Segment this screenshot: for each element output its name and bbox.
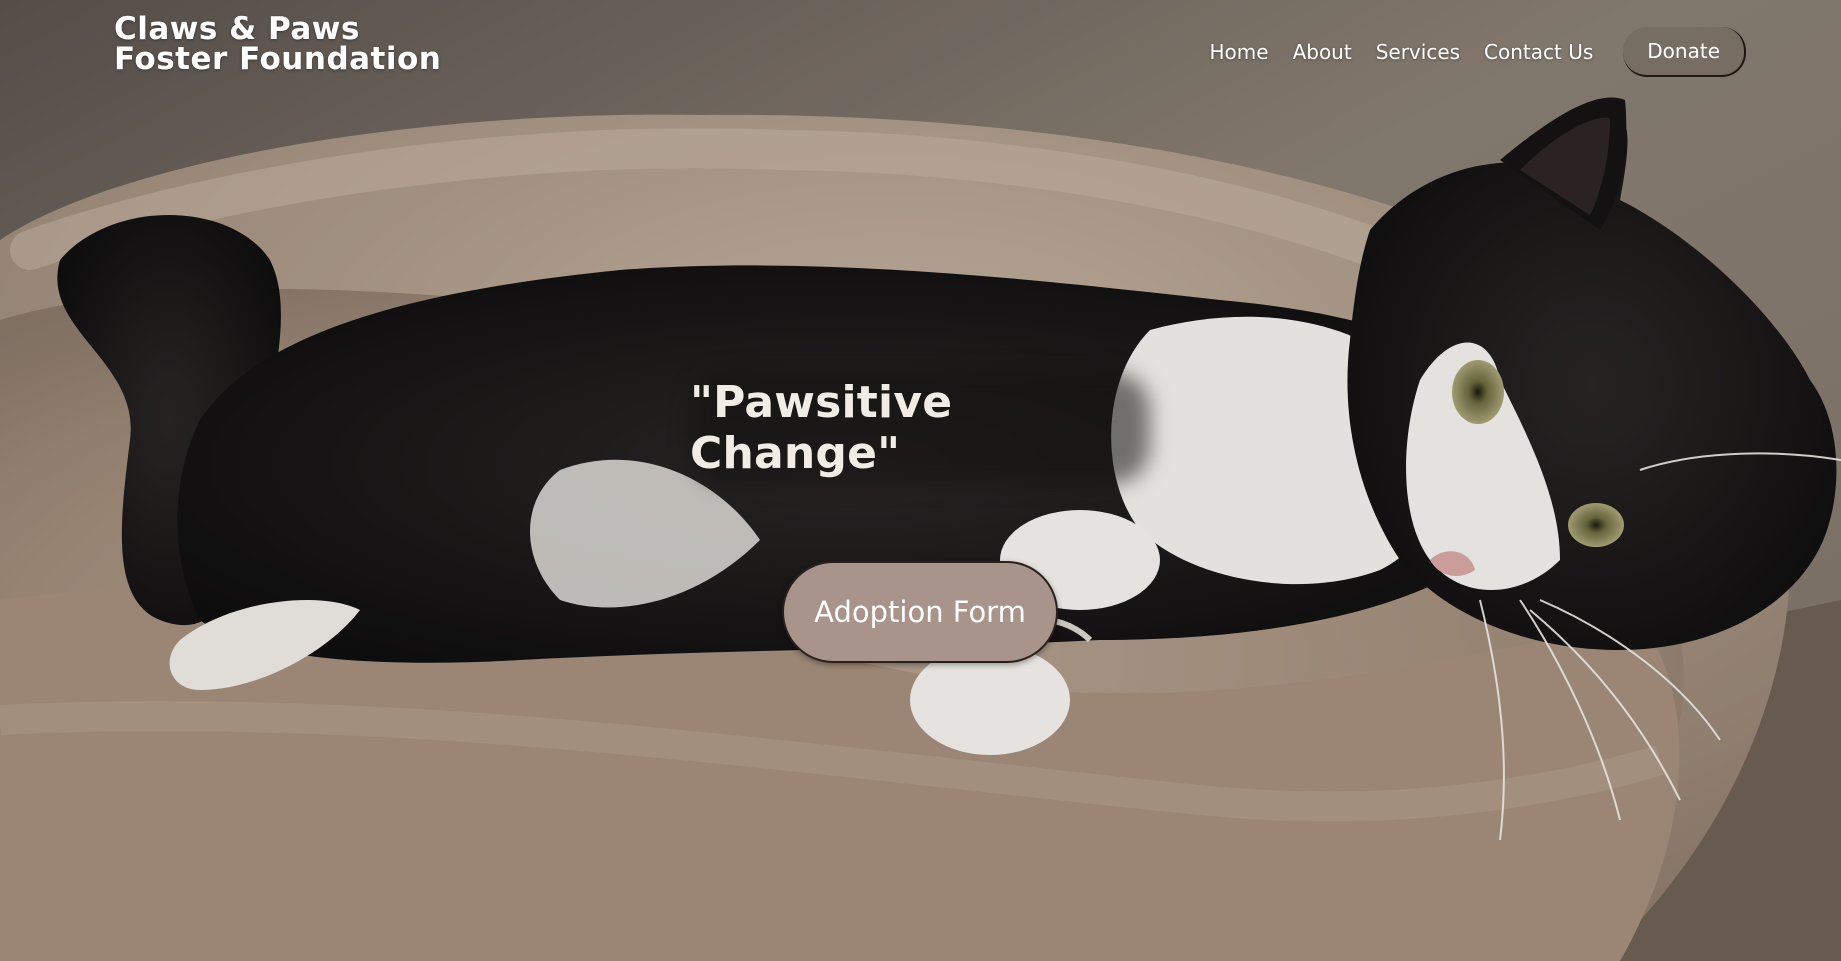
nav-link-home[interactable]: Home <box>1198 28 1281 76</box>
brand-logo-text[interactable]: Claws & Paws Foster Foundation <box>114 11 442 77</box>
adoption-form-button[interactable]: Adoption Form <box>782 561 1058 663</box>
brand-name-line-1: Claws & Paws <box>114 11 360 47</box>
nav-link-contact-us[interactable]: Contact Us <box>1472 28 1605 76</box>
nav-link-services[interactable]: Services <box>1364 28 1472 76</box>
main-navigation: Home About Services Contact Us Donate <box>1198 27 1746 77</box>
hero-tagline: "Pawsitive Change" <box>690 377 953 479</box>
brand-name-line-2: Foster Foundation <box>114 41 442 77</box>
hero-tagline-container: "Pawsitive Change" <box>690 372 1150 484</box>
donate-button[interactable]: Donate <box>1623 27 1746 77</box>
page: Claws & Paws Foster Foundation Home Abou… <box>0 0 1841 961</box>
nav-link-about[interactable]: About <box>1281 28 1364 76</box>
site-header: Claws & Paws Foster Foundation Home Abou… <box>0 0 1841 100</box>
